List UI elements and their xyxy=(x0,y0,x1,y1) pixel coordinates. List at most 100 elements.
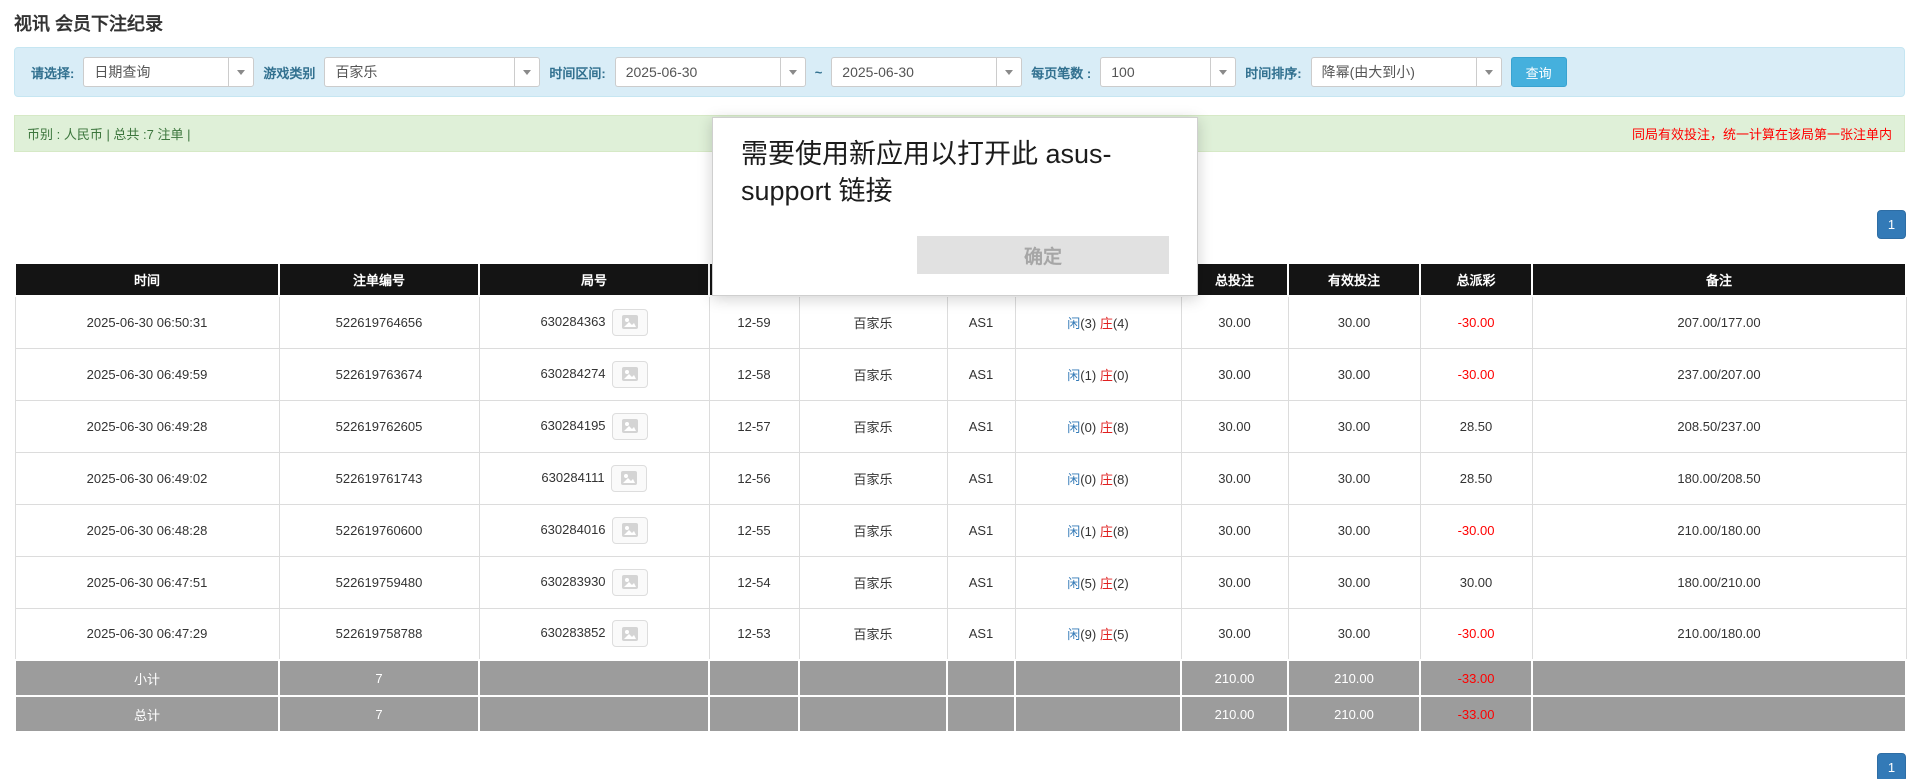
video-replay-icon[interactable] xyxy=(612,413,648,440)
cell-round-id: 630283852 xyxy=(479,608,709,660)
confirm-button[interactable]: 确定 xyxy=(917,236,1169,274)
chevron-down-icon[interactable] xyxy=(514,57,540,87)
player-label: 闲 xyxy=(1067,524,1080,539)
subtotal-label: 小计 xyxy=(15,660,279,696)
date-to-value[interactable]: 2025-06-30 xyxy=(831,57,996,87)
banker-label: 庄 xyxy=(1100,368,1113,383)
player-score: (0) xyxy=(1080,420,1096,435)
chevron-down-icon[interactable] xyxy=(996,57,1022,87)
subtotal-valid-bet: 210.00 xyxy=(1288,660,1420,696)
cell-time: 2025-06-30 06:47:29 xyxy=(15,608,279,660)
cell-total-bet[interactable]: 30.00 xyxy=(1181,608,1288,660)
player-label: 闲 xyxy=(1067,576,1080,591)
cell-total-bet[interactable]: 30.00 xyxy=(1181,556,1288,608)
subtotal-payout: -33.00 xyxy=(1420,660,1532,696)
chevron-down-icon[interactable] xyxy=(1476,57,1502,87)
player-score: (5) xyxy=(1080,576,1096,591)
cell-session: 12-56 xyxy=(709,452,799,504)
cell-total-bet[interactable]: 30.00 xyxy=(1181,504,1288,556)
cell-table: AS1 xyxy=(947,608,1015,660)
video-replay-icon[interactable] xyxy=(612,569,648,596)
cell-game: 百家乐 xyxy=(799,452,947,504)
cell-remark: 180.00/208.50 xyxy=(1532,452,1906,504)
cell-round-id: 630284195 xyxy=(479,400,709,452)
cell-bet-id: 522619763674 xyxy=(279,348,479,400)
cell-table: AS1 xyxy=(947,556,1015,608)
banker-score: (5) xyxy=(1113,627,1129,642)
video-replay-icon[interactable] xyxy=(612,517,648,544)
total-total-bet: 210.00 xyxy=(1181,696,1288,732)
betting-records-table: 时间 注单编号 局号 总投注 有效投注 总派彩 备注 2025-06-30 06… xyxy=(14,262,1907,733)
query-type-value[interactable]: 日期查询 xyxy=(83,57,228,87)
cell-time: 2025-06-30 06:50:31 xyxy=(15,296,279,348)
cell-total-bet[interactable]: 30.00 xyxy=(1181,452,1288,504)
cell-bet-id: 522619764656 xyxy=(279,296,479,348)
page-title: 视讯 会员下注纪录 xyxy=(14,10,163,36)
pagination-page-1-bottom[interactable]: 1 xyxy=(1877,753,1906,779)
cell-payout: 28.50 xyxy=(1420,400,1532,452)
cell-total-bet[interactable]: 30.00 xyxy=(1181,400,1288,452)
pagination-page-1-top[interactable]: 1 xyxy=(1877,210,1906,239)
round-id-value: 630284274 xyxy=(540,365,605,380)
cell-result: 闲(0) 庄(8) xyxy=(1015,400,1181,452)
cell-total-bet[interactable]: 30.00 xyxy=(1181,296,1288,348)
cell-time: 2025-06-30 06:49:59 xyxy=(15,348,279,400)
cell-table: AS1 xyxy=(947,452,1015,504)
table-row: 2025-06-30 06:49:28 522619762605 6302841… xyxy=(15,400,1906,452)
search-button[interactable]: 查询 xyxy=(1511,57,1567,87)
cell-round-id: 630284363 xyxy=(479,296,709,348)
player-score: (9) xyxy=(1080,627,1096,642)
round-id-value: 630284016 xyxy=(540,521,605,536)
cell-bet-id: 522619761743 xyxy=(279,452,479,504)
cell-payout: -30.00 xyxy=(1420,296,1532,348)
banker-label: 庄 xyxy=(1100,627,1113,642)
page-size-label: 每页笔数 : xyxy=(1031,63,1091,82)
cell-time: 2025-06-30 06:48:28 xyxy=(15,504,279,556)
cell-session: 12-59 xyxy=(709,296,799,348)
cell-total-bet[interactable]: 30.00 xyxy=(1181,348,1288,400)
valid-bet-notice: 同局有效投注，统一计算在该局第一张注单内 xyxy=(1632,124,1892,143)
chevron-down-icon[interactable] xyxy=(228,57,254,87)
banker-label: 庄 xyxy=(1100,524,1113,539)
cell-table: AS1 xyxy=(947,348,1015,400)
cell-table: AS1 xyxy=(947,504,1015,556)
query-type-combobox: 日期查询 xyxy=(83,57,254,87)
round-id-value: 630284111 xyxy=(541,469,604,484)
subtotal-total-bet: 210.00 xyxy=(1181,660,1288,696)
player-score: (1) xyxy=(1080,368,1096,383)
cell-valid-bet: 30.00 xyxy=(1288,296,1420,348)
total-payout: -33.00 xyxy=(1420,696,1532,732)
cell-session: 12-54 xyxy=(709,556,799,608)
cell-bet-id: 522619760600 xyxy=(279,504,479,556)
cell-bet-id: 522619758788 xyxy=(279,608,479,660)
chevron-down-icon[interactable] xyxy=(1210,57,1236,87)
video-replay-icon[interactable] xyxy=(612,361,648,388)
game-type-value[interactable]: 百家乐 xyxy=(324,57,514,87)
video-replay-icon[interactable] xyxy=(612,620,648,647)
cell-game: 百家乐 xyxy=(799,348,947,400)
video-replay-icon[interactable] xyxy=(612,309,648,336)
cell-round-id: 630284274 xyxy=(479,348,709,400)
cell-round-id: 630284111 xyxy=(479,452,709,504)
cell-session: 12-57 xyxy=(709,400,799,452)
sort-value[interactable]: 降幂(由大到小) xyxy=(1311,57,1476,87)
cell-valid-bet: 30.00 xyxy=(1288,400,1420,452)
cell-valid-bet: 30.00 xyxy=(1288,504,1420,556)
cell-valid-bet: 30.00 xyxy=(1288,348,1420,400)
cell-game: 百家乐 xyxy=(799,556,947,608)
cell-time: 2025-06-30 06:49:28 xyxy=(15,400,279,452)
date-from-value[interactable]: 2025-06-30 xyxy=(615,57,780,87)
cell-payout: 30.00 xyxy=(1420,556,1532,608)
subtotal-count: 7 xyxy=(279,660,479,696)
round-id-value: 630284195 xyxy=(540,417,605,432)
cell-round-id: 630283930 xyxy=(479,556,709,608)
round-id-value: 630283852 xyxy=(540,625,605,640)
banker-label: 庄 xyxy=(1100,576,1113,591)
page-size-value[interactable]: 100 xyxy=(1100,57,1210,87)
cell-session: 12-58 xyxy=(709,348,799,400)
header-time: 时间 xyxy=(15,263,279,296)
video-replay-icon[interactable] xyxy=(611,465,647,492)
total-label: 总计 xyxy=(15,696,279,732)
cell-session: 12-55 xyxy=(709,504,799,556)
chevron-down-icon[interactable] xyxy=(780,57,806,87)
